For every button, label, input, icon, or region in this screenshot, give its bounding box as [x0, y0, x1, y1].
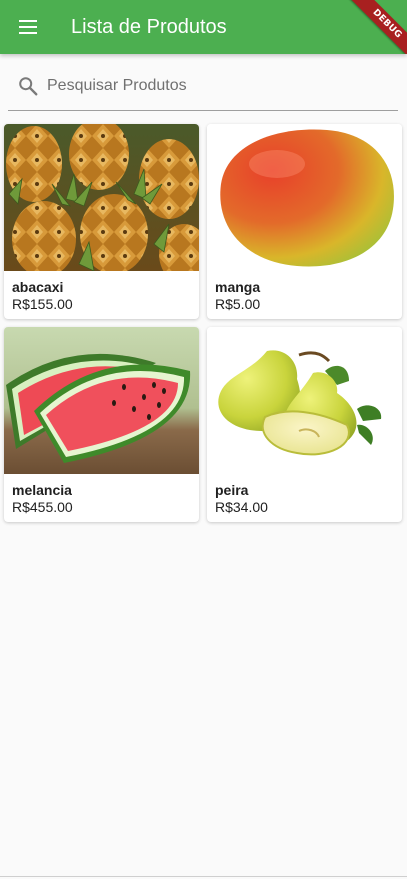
product-name: melancia [12, 482, 72, 498]
product-name: abacaxi [12, 279, 64, 295]
pineapple-image [4, 124, 199, 271]
menu-icon [19, 20, 37, 34]
search-bar [8, 64, 398, 111]
menu-button[interactable] [8, 7, 48, 47]
page-title: Lista de Produtos [71, 16, 227, 38]
product-grid: abacaxi R$155.00 manga R$5.00 melancia R… [4, 124, 402, 522]
product-card[interactable]: melancia R$455.00 [4, 327, 199, 522]
search-input[interactable] [47, 73, 387, 99]
product-price: R$34.00 [215, 499, 268, 515]
product-card[interactable]: abacaxi R$155.00 [4, 124, 199, 319]
product-price: R$5.00 [215, 296, 261, 312]
product-price: R$155.00 [12, 296, 73, 312]
search-icon[interactable] [17, 75, 39, 97]
app-bar: Lista de Produtos DEBUG [0, 0, 407, 54]
debug-banner: DEBUG [338, 0, 407, 54]
product-name: peira [215, 482, 249, 498]
pear-image [207, 327, 402, 474]
watermelon-image [4, 327, 199, 474]
product-card[interactable]: peira R$34.00 [207, 327, 402, 522]
product-name: manga [215, 279, 261, 295]
product-price: R$455.00 [12, 499, 73, 515]
bottom-divider [0, 876, 407, 877]
mango-image [207, 124, 402, 271]
product-card[interactable]: manga R$5.00 [207, 124, 402, 319]
